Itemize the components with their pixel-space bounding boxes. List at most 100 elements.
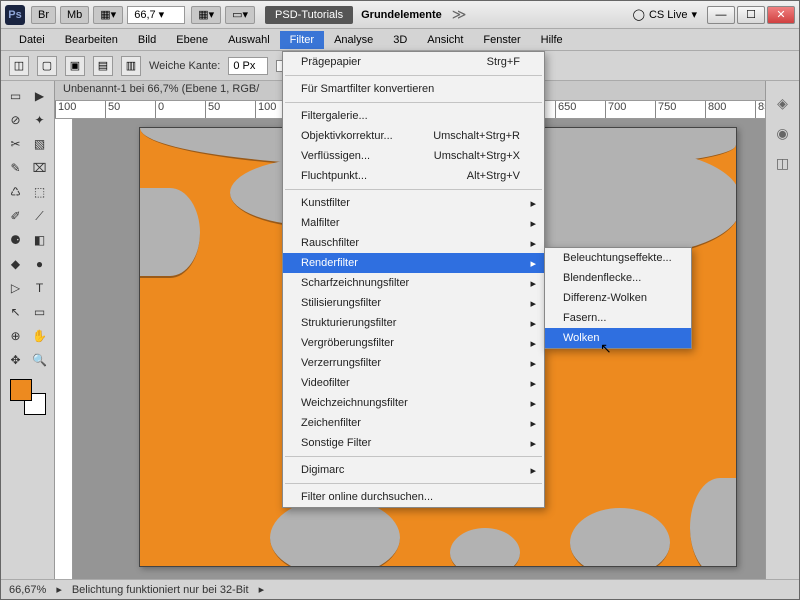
menu-item-vergr-berungsfilter[interactable]: Vergröberungsfilter▸ [283,333,544,353]
submenu-item-beleuchtungseffekte-[interactable]: Beleuchtungseffekte... [545,248,691,268]
menu-item-videofilter[interactable]: Videofilter▸ [283,373,544,393]
menu-ansicht[interactable]: Ansicht [417,31,473,49]
menu-item-objektivkorrektur-[interactable]: Objektivkorrektur...Umschalt+Strg+R [283,126,544,146]
tool-23[interactable]: 🔍 [29,349,51,371]
tool-7[interactable]: ⌧ [29,157,51,179]
tool-22[interactable]: ✥ [5,349,27,371]
right-panel: ◈ ◉ ◫ [765,81,799,579]
menu-item-kunstfilter[interactable]: Kunstfilter▸ [283,193,544,213]
ruler-tick: 0 [155,101,205,118]
ps-logo: Ps [5,5,25,25]
sel-mode-new[interactable]: ▢ [37,56,57,76]
tool-9[interactable]: ⬚ [29,181,51,203]
menu-item-f-r-smartfilter-konvertieren[interactable]: Für Smartfilter konvertieren [283,79,544,99]
sel-mode-sub[interactable]: ▤ [93,56,113,76]
menu-item-verfl-ssigen-[interactable]: Verflüssigen...Umschalt+Strg+X [283,146,544,166]
menu-item-rauschfilter[interactable]: Rauschfilter▸ [283,233,544,253]
ruler-tick: 100 [55,101,105,118]
feather-input[interactable] [228,57,268,75]
cs-live[interactable]: ◯ CS Live ▾ [633,8,697,21]
tool-19[interactable]: ▭ [29,301,51,323]
filter-menu: PrägepapierStrg+F Für Smartfilter konvert… [282,51,545,508]
screen-mode-button[interactable]: ▭▾ [225,6,255,24]
menu-item-pr-gepapier[interactable]: PrägepapierStrg+F [283,52,544,72]
menu-bearbeiten[interactable]: Bearbeiten [55,31,128,49]
maximize-button[interactable]: ☐ [737,6,765,24]
submenu-item-fasern-[interactable]: Fasern... [545,308,691,328]
menu-item-malfilter[interactable]: Malfilter▸ [283,213,544,233]
tool-16[interactable]: ▷ [5,277,27,299]
ruler-tick: 700 [605,101,655,118]
view-extras-button[interactable]: ▦▾ [191,6,221,24]
menu-item-zeichenfilter[interactable]: Zeichenfilter▸ [283,413,544,433]
workspace-sub[interactable]: Grundelemente [361,9,442,21]
arrange-button[interactable]: ▦▾ [93,6,123,24]
menu-fenster[interactable]: Fenster [473,31,530,49]
tool-8[interactable]: ♺ [5,181,27,203]
sel-mode-add[interactable]: ▣ [65,56,85,76]
zoom-select[interactable]: 66,7 ▾ [127,6,185,24]
feather-label: Weiche Kante: [149,60,220,72]
tool-panel: ▭▶⊘✦✂▧✎⌧♺⬚✐⟋⚈◧◆●▷T↖▭⊕✋✥🔍 [1,81,55,579]
submenu-item-wolken[interactable]: Wolken [545,328,691,348]
menu-item-scharfzeichnungsfilter[interactable]: Scharfzeichnungsfilter▸ [283,273,544,293]
menu-item-filter-online-durchsuchen-[interactable]: Filter online durchsuchen... [283,487,544,507]
tool-12[interactable]: ⚈ [5,229,27,251]
tool-6[interactable]: ✎ [5,157,27,179]
menu-bild[interactable]: Bild [128,31,166,49]
submenu-item-differenz-wolken[interactable]: Differenz-Wolken [545,288,691,308]
ruler-tick: 800 [705,101,755,118]
menu-item-weichzeichnungsfilter[interactable]: Weichzeichnungsfilter▸ [283,393,544,413]
workspace-title[interactable]: PSD-Tutorials [265,6,353,24]
tool-14[interactable]: ◆ [5,253,27,275]
menu-item-stilisierungsfilter[interactable]: Stilisierungsfilter▸ [283,293,544,313]
menu-item-strukturierungsfilter[interactable]: Strukturierungsfilter▸ [283,313,544,333]
tool-5[interactable]: ▧ [29,133,51,155]
tool-2[interactable]: ⊘ [5,109,27,131]
workspace-more-icon[interactable]: ≫ [452,6,467,23]
tool-18[interactable]: ↖ [5,301,27,323]
tool-grid: ▭▶⊘✦✂▧✎⌧♺⬚✐⟋⚈◧◆●▷T↖▭⊕✋✥🔍 [5,85,51,371]
tool-4[interactable]: ✂ [5,133,27,155]
color-swatches[interactable] [10,379,46,415]
menu-hilfe[interactable]: Hilfe [531,31,573,49]
menu-analyse[interactable]: Analyse [324,31,383,49]
status-arrow[interactable]: ▸ [259,583,265,596]
mini-bridge-button[interactable]: Mb [60,6,89,24]
close-button[interactable]: ✕ [767,6,795,24]
foreground-swatch[interactable] [10,379,32,401]
menu-filter[interactable]: Filter [280,31,324,49]
tool-10[interactable]: ✐ [5,205,27,227]
menu-3d[interactable]: 3D [383,31,417,49]
window-buttons: — ☐ ✕ [707,6,795,24]
menu-item-digimarc[interactable]: Digimarc▸ [283,460,544,480]
layers-icon[interactable]: ◈ [773,93,793,113]
renderfilter-submenu: Beleuchtungseffekte...Blendenflecke...Di… [544,247,692,349]
menu-item-verzerrungsfilter[interactable]: Verzerrungsfilter▸ [283,353,544,373]
menu-datei[interactable]: Datei [9,31,55,49]
submenu-item-blendenflecke-[interactable]: Blendenflecke... [545,268,691,288]
menu-item-renderfilter[interactable]: Renderfilter▸ [283,253,544,273]
menu-auswahl[interactable]: Auswahl [218,31,280,49]
tool-3[interactable]: ✦ [29,109,51,131]
menu-item-filtergalerie-[interactable]: Filtergalerie... [283,106,544,126]
tool-17[interactable]: T [29,277,51,299]
tool-21[interactable]: ✋ [29,325,51,347]
ruler-tick: 50 [205,101,255,118]
bridge-button[interactable]: Br [31,6,56,24]
tool-11[interactable]: ⟋ [29,205,51,227]
paths-icon[interactable]: ◫ [773,153,793,173]
status-zoom[interactable]: 66,67% [9,584,46,596]
minimize-button[interactable]: — [707,6,735,24]
tool-1[interactable]: ▶ [29,85,51,107]
tool-13[interactable]: ◧ [29,229,51,251]
tool-15[interactable]: ● [29,253,51,275]
channels-icon[interactable]: ◉ [773,123,793,143]
menu-item-sonstige-filter[interactable]: Sonstige Filter▸ [283,433,544,453]
marquee-tool-icon[interactable]: ◫ [9,56,29,76]
sel-mode-int[interactable]: ▥ [121,56,141,76]
tool-0[interactable]: ▭ [5,85,27,107]
tool-20[interactable]: ⊕ [5,325,27,347]
menu-item-fluchtpunkt-[interactable]: Fluchtpunkt...Alt+Strg+V [283,166,544,186]
menu-ebene[interactable]: Ebene [166,31,218,49]
